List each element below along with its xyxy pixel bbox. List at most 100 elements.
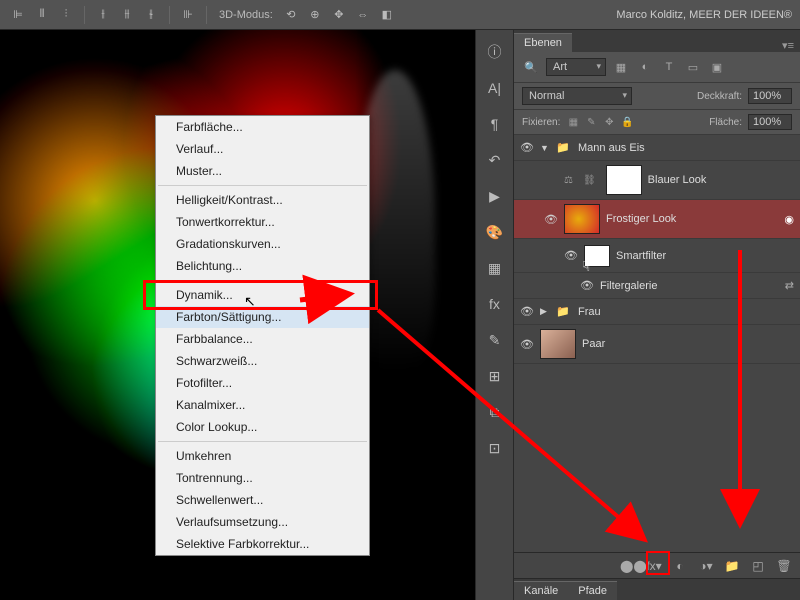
camera-icon[interactable]: ◧ <box>377 5 397 25</box>
layer-fx-icon[interactable]: fx▾ <box>646 559 662 573</box>
layer-name: Smartfilter <box>616 250 794 262</box>
distribute-icon[interactable]: ⫲ <box>93 5 113 25</box>
layers-tab[interactable]: Ebenen <box>514 33 572 52</box>
visibility-icon[interactable]: 👁 <box>520 305 534 318</box>
align-left-icon[interactable]: ⊫ <box>8 5 28 25</box>
layer-blauer-look[interactable]: ⚖ ⛓ Blauer Look <box>514 161 800 200</box>
disclosure-icon[interactable]: ▼ <box>540 143 550 153</box>
distribute-h-icon[interactable]: ⊪ <box>178 5 198 25</box>
filter-smart-icon[interactable]: ▣ <box>708 58 726 76</box>
layer-group-frau[interactable]: 👁 ▶ 📁 Frau <box>514 299 800 325</box>
filter-shape-icon[interactable]: ▭ <box>684 58 702 76</box>
menu-item[interactable]: Muster... <box>156 160 369 182</box>
visibility-icon[interactable]: 👁 <box>520 338 534 351</box>
menu-item[interactable]: Farbfläche... <box>156 116 369 138</box>
menu-item[interactable]: Belichtung... <box>156 255 369 277</box>
filter-adjust-icon[interactable]: ◐ <box>636 58 654 76</box>
layer-frostiger-look[interactable]: 👁 Frostiger Look ◉ <box>514 200 800 239</box>
align-center-icon[interactable]: ⫴ <box>32 5 52 25</box>
disclosure-icon[interactable]: ▶ <box>540 306 550 317</box>
adjustment-layer-menu: Farbfläche... Verlauf... Muster... Helli… <box>155 115 370 556</box>
layer-thumb[interactable] <box>564 204 600 234</box>
menu-item[interactable]: Tonwertkorrektur... <box>156 211 369 233</box>
menu-item[interactable]: Farbbalance... <box>156 328 369 350</box>
layers-list: 👁 ▼ 📁 Mann aus Eis ⚖ ⛓ Blauer Look 👁 Fro… <box>514 135 800 552</box>
layer-smartfilter[interactable]: 👁 Smartfilter <box>514 239 800 273</box>
layer-thumb[interactable] <box>540 329 576 359</box>
menu-item[interactable]: Verlauf... <box>156 138 369 160</box>
visibility-icon[interactable]: 👁 <box>564 249 578 262</box>
layer-name: Paar <box>582 338 794 350</box>
menu-item[interactable]: Selektive Farbkorrektur... <box>156 533 369 555</box>
menu-item[interactable]: Fotofilter... <box>156 372 369 394</box>
visibility-icon[interactable]: 👁 <box>544 213 558 226</box>
menu-item[interactable]: Tontrennung... <box>156 467 369 489</box>
menu-item[interactable]: Helligkeit/Kontrast... <box>156 189 369 211</box>
add-mask-icon[interactable]: ◐ <box>672 559 688 573</box>
new-group-icon[interactable]: 📁 <box>724 559 740 573</box>
brush-icon[interactable]: ✎ <box>483 328 507 352</box>
delete-layer-icon[interactable]: 🗑 <box>776 559 792 573</box>
menu-item[interactable]: Verlaufsumsetzung... <box>156 511 369 533</box>
menu-item[interactable]: Color Lookup... <box>156 416 369 438</box>
fill-input[interactable]: 100% <box>748 114 792 130</box>
visibility-icon[interactable]: 👁 <box>580 279 594 292</box>
menu-item[interactable]: Schwellenwert... <box>156 489 369 511</box>
distribute-icon-3[interactable]: ⫳ <box>141 5 161 25</box>
layer-filtergalerie[interactable]: 👁 Filtergalerie ⇄ <box>514 273 800 299</box>
swatches-icon[interactable]: ▦ <box>483 256 507 280</box>
link-layers-icon[interactable]: ⬤⬤ <box>620 559 636 573</box>
canvas[interactable]: Farbfläche... Verlauf... Muster... Helli… <box>0 30 475 600</box>
opacity-input[interactable]: 100% <box>748 88 792 104</box>
lock-position-icon[interactable]: ✥ <box>602 115 616 129</box>
color-icon[interactable]: 🎨 <box>483 220 507 244</box>
layers-search-row: 🔍 Art ▦ ◐ T ▭ ▣ <box>514 52 800 83</box>
slide-icon[interactable]: ⇔ <box>353 5 373 25</box>
navigator-icon[interactable]: ⊡ <box>483 436 507 460</box>
filter-type-icon[interactable]: T <box>660 58 678 76</box>
orbit-icon[interactable]: ⟲ <box>281 5 301 25</box>
filter-kind-dropdown[interactable]: Art <box>546 58 606 76</box>
styles-icon[interactable]: fx <box>483 292 507 316</box>
search-icon[interactable]: 🔍 <box>522 58 540 76</box>
menu-item[interactable]: Schwarzweiß... <box>156 350 369 372</box>
clone-icon[interactable]: ⧉ <box>483 400 507 424</box>
menu-item[interactable]: Gradationskurven... <box>156 233 369 255</box>
lock-transparency-icon[interactable]: ▦ <box>566 115 580 129</box>
bottom-panel-tabs: Kanäle Pfade <box>514 578 800 600</box>
character-icon[interactable]: A| <box>483 76 507 100</box>
menu-item[interactable]: Umkehren <box>156 445 369 467</box>
menu-item-hue-saturation[interactable]: Farbton/Sättigung... <box>156 306 369 328</box>
balance-icon: ⚖ <box>564 175 573 186</box>
menu-item[interactable]: Kanalmixer... <box>156 394 369 416</box>
lock-pixels-icon[interactable]: ✎ <box>584 115 598 129</box>
menu-separator <box>158 185 367 186</box>
lock-all-icon[interactable]: 🔒 <box>620 115 634 129</box>
edit-filter-icon[interactable]: ⇄ <box>785 279 794 292</box>
divider <box>206 6 207 24</box>
history-icon[interactable]: ↶ <box>483 148 507 172</box>
align-right-icon[interactable]: ⫶ <box>56 5 76 25</box>
layer-paar[interactable]: 👁 Paar <box>514 325 800 364</box>
filter-pixel-icon[interactable]: ▦ <box>612 58 630 76</box>
paragraph-icon[interactable]: ¶ <box>483 112 507 136</box>
new-layer-icon[interactable]: ◰ <box>750 559 766 573</box>
brush-preset-icon[interactable]: ⊞ <box>483 364 507 388</box>
new-adjustment-icon[interactable]: ◑▾ <box>698 559 714 573</box>
visibility-icon[interactable]: 👁 <box>520 141 534 154</box>
layer-group-mann[interactable]: 👁 ▼ 📁 Mann aus Eis <box>514 135 800 161</box>
blend-mode-dropdown[interactable]: Normal <box>522 87 632 105</box>
link-icon: ⛓ <box>583 175 596 186</box>
distribute-icon-2[interactable]: ⫵ <box>117 5 137 25</box>
pan-icon[interactable]: ✥ <box>329 5 349 25</box>
menu-item[interactable]: Dynamik... <box>156 284 369 306</box>
panel-menu-icon[interactable]: ▾≡ <box>776 39 800 52</box>
channels-tab[interactable]: Kanäle <box>514 581 568 600</box>
actions-icon[interactable]: ▶ <box>483 184 507 208</box>
layer-mask-thumb[interactable] <box>606 165 642 195</box>
info-icon[interactable]: ⓘ <box>483 40 507 64</box>
roll-icon[interactable]: ⊕ <box>305 5 325 25</box>
layers-lock-row: Fixieren: ▦ ✎ ✥ 🔒 Fläche: 100% <box>514 110 800 135</box>
paths-tab[interactable]: Pfade <box>568 581 617 600</box>
menu-separator <box>158 280 367 281</box>
